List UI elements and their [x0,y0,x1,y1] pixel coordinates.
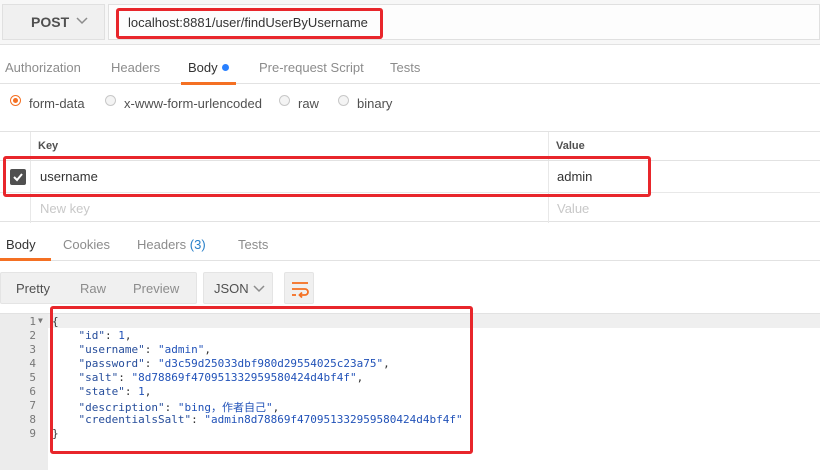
line-number: 2 [29,329,36,342]
line-number: 7 [29,399,36,412]
radio-on-icon [10,95,21,106]
view-pretty[interactable]: Pretty [16,281,50,296]
fold-arrow-icon[interactable]: ▼ [38,316,43,325]
code-line: } [52,427,59,440]
tab-response-body[interactable]: Body [0,230,51,261]
radio-form-data[interactable]: form-data [10,95,85,111]
code-line: { [52,315,59,328]
tab-body[interactable]: Body [181,52,236,85]
request-tabs: Authorization Headers Body Pre-request S… [0,52,820,85]
view-raw[interactable]: Raw [80,281,106,296]
active-line-highlight [48,314,820,328]
tab-pre-request-script[interactable]: Pre-request Script [259,52,364,84]
tab-tests[interactable]: Tests [390,52,420,84]
line-number: 1 [29,315,36,328]
wrap-lines-button[interactable] [284,272,314,304]
line-number: 5 [29,371,36,384]
view-mode-toggle: Pretty Raw Preview [0,272,197,304]
tab-response-headers[interactable]: Headers (3) [137,230,206,260]
line-number: 8 [29,413,36,426]
column-key: Key [38,140,59,152]
code-line: "salt": "8d78869f470951332959580424d4bf4… [78,371,364,384]
column-value: Value [556,140,585,152]
params-table: Key Value username admin New key Value [0,131,820,223]
code-line: "credentialsSalt": "admin8d78869f4709513… [78,413,463,426]
row-checkbox[interactable] [10,169,26,185]
response-tabs: Body Cookies Headers (3) Tests [0,230,820,261]
tab-cookies[interactable]: Cookies [63,230,110,260]
tab-headers[interactable]: Headers [111,52,160,84]
method-label: POST [31,14,70,30]
format-select[interactable]: JSON [203,272,273,304]
tab-response-tests[interactable]: Tests [238,230,268,260]
chevron-down-icon [253,285,265,293]
params-table-header: Key Value [0,132,820,161]
radio-binary[interactable]: binary [338,95,392,111]
request-url-bar: POST localhost:8881/user/findUserByUsern… [0,0,820,45]
url-text: localhost:8881/user/findUserByUsername [128,14,368,30]
format-label: JSON [214,281,249,296]
radio-off-icon [105,95,116,106]
line-number: 6 [29,385,36,398]
code-line: "username": "admin", [78,343,211,356]
url-input[interactable]: localhost:8881/user/findUserByUsername [108,4,820,40]
line-number: 3 [29,343,36,356]
new-value-input[interactable]: Value [557,201,589,216]
body-type-options: form-data x-www-form-urlencoded raw bina… [0,92,820,118]
tab-authorization[interactable]: Authorization [5,52,81,84]
param-key[interactable]: username [40,169,98,184]
table-row: username admin [0,161,820,193]
radio-off-icon [338,95,349,106]
new-key-input[interactable]: New key [40,201,90,216]
wrap-lines-icon [292,282,309,299]
code-line: "state": 1, [78,385,152,398]
radio-x-www-form-urlencoded[interactable]: x-www-form-urlencoded [105,95,262,111]
view-preview[interactable]: Preview [133,281,179,296]
code-line: "password": "d3c59d25033dbf980d29554025c… [78,357,390,370]
chevron-down-icon [76,17,88,25]
modified-dot-icon [221,64,229,71]
method-select[interactable]: POST [2,4,105,40]
code-line: "id": 1, [78,329,132,342]
line-number: 4 [29,357,36,370]
radio-raw[interactable]: raw [279,95,319,111]
radio-off-icon [279,95,290,106]
checkmark-icon [13,173,23,182]
param-value[interactable]: admin [557,169,592,184]
response-body-viewer[interactable]: ▼ 1 { 2 "id": 1, 3 "username": "admin", … [0,313,820,470]
line-number: 9 [29,427,36,440]
new-param-row: New key Value [0,193,820,223]
